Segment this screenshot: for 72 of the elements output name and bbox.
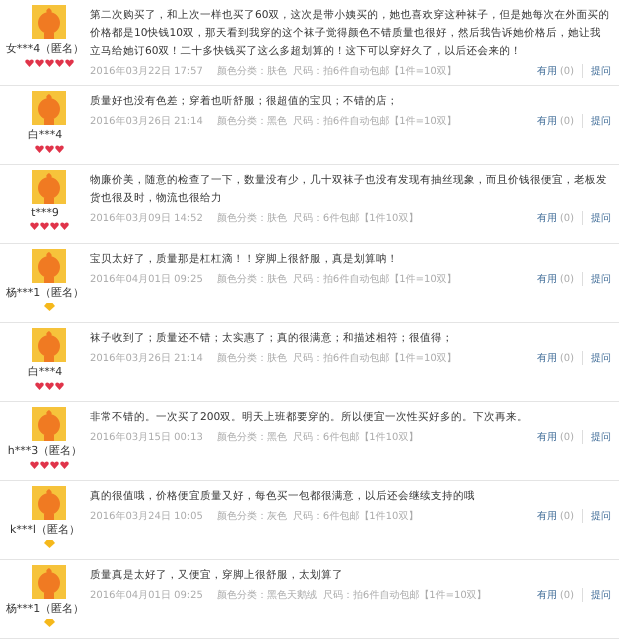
review-date: 2016年03月26日 21:14 — [90, 115, 203, 128]
ask-link[interactable]: 提问 — [591, 272, 611, 286]
user-name: h***3（匿名） — [8, 443, 82, 458]
avatar-icon — [32, 91, 66, 125]
useful-link[interactable]: 有用 — [536, 509, 557, 523]
review-text: 质量真是太好了，又便宜，穿脚上很舒服，太划算了 — [90, 568, 344, 583]
review-text: 第二次购买了，和上次一样也买了60双，这次是带小姨买的，她也喜欢穿这种袜子，但是她每次在外面买的价格都是10快钱10双，那天看到我穿的这个袜子觉得颜色不错质量也很好，然后我告诉她价格后，她让我立马给她订60双！二十多快钱买了这么多超划算的！这下可以穿好久了，以后还会来的！ — [90, 8, 610, 59]
color-option: 颜色分类：黑色 — [216, 114, 287, 128]
useful-link[interactable]: 有用 — [536, 114, 557, 128]
review-text: 宝贝太好了，质量那是杠杠滴！！穿脚上很舒服，真是划算呐！ — [90, 252, 399, 267]
color-option: 颜色分类：肤色 — [216, 64, 287, 78]
size-option: 尺码：拍6件自动包邮【1件=10双】 — [292, 272, 457, 286]
review-date: 2016年04月01日 09:25 — [90, 273, 203, 286]
user-name: 杨***1（匿名） — [6, 601, 84, 616]
useful-count: (0) — [560, 590, 574, 600]
useful-link[interactable]: 有用 — [536, 430, 557, 444]
review-date: 2016年03月24日 10:05 — [90, 510, 203, 523]
useful-count: (0) — [560, 66, 574, 76]
review-text: 真的很值哦，价格便宜质量又好，每色买一包都很满意，以后还会继续支持的哦 — [90, 489, 476, 504]
user-name: 女***4（匿名） — [6, 41, 84, 56]
color-option: 颜色分类：灰色 — [216, 509, 287, 523]
avatar-icon — [32, 328, 66, 362]
useful-link[interactable]: 有用 — [536, 351, 557, 365]
useful-count: (0) — [560, 510, 574, 522]
avatar-icon — [32, 170, 66, 204]
color-option: 颜色分类：黑色 — [216, 430, 287, 444]
review-text: 袜子收到了；质量还不错；太实惠了；真的很满意；和描述相符；很值得； — [90, 331, 454, 346]
ask-link[interactable]: 提问 — [591, 588, 611, 602]
useful-link[interactable]: 有用 — [536, 588, 557, 602]
ask-link[interactable]: 提问 — [591, 351, 611, 365]
user-name: 白***4 — [28, 127, 62, 142]
ask-link[interactable]: 提问 — [591, 114, 611, 128]
useful-count: (0) — [560, 432, 574, 442]
useful-count: (0) — [560, 352, 574, 364]
useful-count: (0) — [560, 212, 574, 224]
user-name: k***l（匿名） — [10, 522, 80, 537]
size-option: 尺码：拍6件自动包邮【1件=10双】 — [292, 114, 457, 128]
user-name: 白***4 — [28, 364, 62, 379]
useful-link[interactable]: 有用 — [536, 64, 557, 78]
size-option: 尺码：6件包邮【1件10双】 — [292, 509, 418, 523]
avatar-icon — [32, 565, 66, 599]
review-date: 2016年03月26日 21:14 — [90, 352, 203, 365]
useful-count: (0) — [560, 274, 574, 284]
review-date: 2016年03月22日 17:57 — [90, 65, 203, 78]
ask-link[interactable]: 提问 — [591, 64, 611, 78]
size-option: 尺码：拍6件自动包邮【1件=10双】 — [322, 588, 487, 602]
avatar-icon — [32, 249, 66, 283]
size-option: 尺码：拍6件自动包邮【1件=10双】 — [292, 64, 457, 78]
ask-link[interactable]: 提问 — [591, 509, 611, 523]
review-text: 非常不错的。一次买了200双。明天上班都要穿的。所以便宜一次性买好多的。下次再来。 — [90, 410, 530, 425]
ask-link[interactable]: 提问 — [591, 430, 611, 444]
size-option: 尺码：6件包邮【1件10双】 — [292, 211, 418, 225]
user-name: 杨***1（匿名） — [6, 285, 84, 300]
color-option: 颜色分类：肤色 — [216, 211, 287, 225]
avatar-icon — [32, 407, 66, 441]
color-option: 颜色分类：肤色 — [216, 351, 287, 365]
review-text: 物廉价美，随意的检查了一下，数量没有少，几十双袜子也没有发现有抽丝现象，而且价钱很便宜，老板发货也很及时，物流也很给力 — [90, 173, 608, 206]
size-option: 尺码：6件包邮【1件10双】 — [292, 430, 418, 444]
color-option: 颜色分类：黑色天鹅绒 — [216, 588, 317, 602]
useful-link[interactable]: 有用 — [536, 211, 557, 225]
avatar-icon — [32, 486, 66, 520]
avatar-icon — [32, 5, 66, 39]
useful-link[interactable]: 有用 — [536, 272, 557, 286]
review-text: 质量好也没有色差；穿着也听舒服；很超值的宝贝；不错的店； — [90, 94, 399, 109]
ask-link[interactable]: 提问 — [591, 211, 611, 225]
user-name: t***9 — [31, 206, 59, 219]
useful-count: (0) — [560, 116, 574, 126]
review-date: 2016年04月01日 09:25 — [90, 589, 203, 602]
review-date: 2016年03月09日 14:52 — [90, 212, 203, 225]
size-option: 尺码：拍6件自动包邮【1件=10双】 — [292, 351, 457, 365]
review-date: 2016年03月15日 00:13 — [90, 431, 203, 444]
color-option: 颜色分类：肤色 — [216, 272, 287, 286]
